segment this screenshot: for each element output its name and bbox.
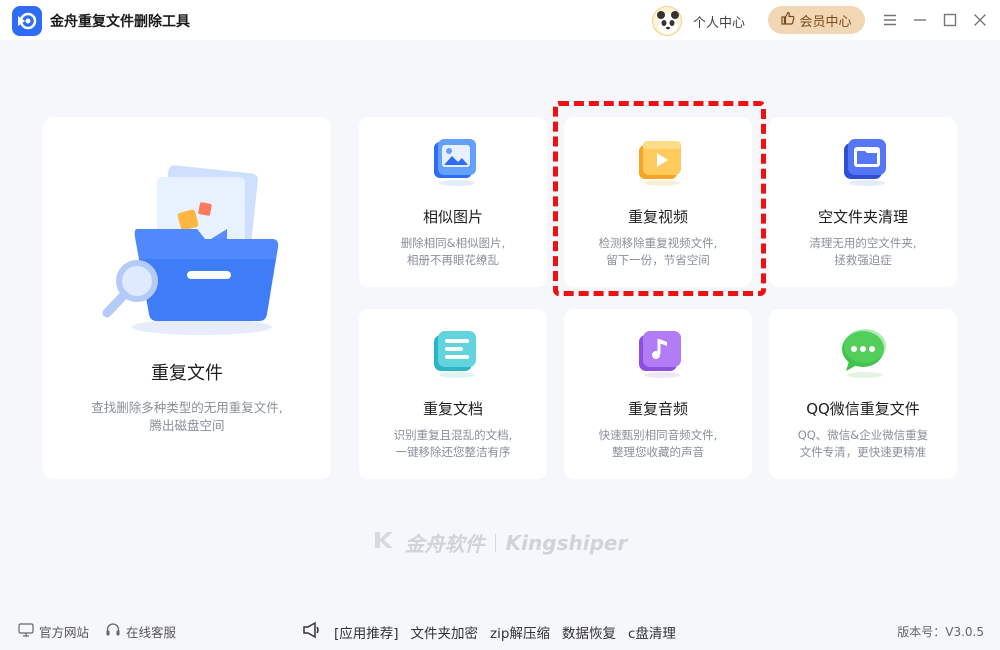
kingshiper-logo-icon [373, 530, 395, 555]
card-title: QQ微信重复文件 [806, 400, 920, 418]
vip-center-label: 会员中心 [799, 14, 852, 30]
watermark-divider [494, 533, 496, 552]
card-desc: 识别重复且混乱的文档, 一键移除还您整洁有序 [393, 428, 513, 459]
title-bar: 金舟重复文件删除工具 个人中心 会员中心 [0, 0, 1000, 40]
headset-icon [105, 622, 121, 641]
recommend-zip[interactable]: zip解压缩 [490, 622, 550, 642]
megaphone-icon [302, 621, 322, 643]
monitor-icon [18, 623, 34, 640]
recommend-folder-encrypt[interactable]: 文件夹加密 [411, 622, 479, 642]
online-service-link[interactable]: 在线客服 [105, 622, 176, 641]
watermark-cn: 金舟软件 [404, 532, 485, 556]
card-title: 相似图片 [422, 208, 483, 226]
card-similar-images[interactable]: 相似图片 删除相同&相似图片, 相册不再眼花缭乱 [359, 117, 547, 287]
online-service-label: 在线客服 [126, 625, 177, 640]
card-duplicate-docs[interactable]: 重复文档 识别重复且混乱的文档, 一键移除还您整洁有序 [359, 309, 547, 479]
music-icon [630, 325, 686, 385]
card-desc: 检测移除重复视频文件, 留下一份，节省空间 [598, 236, 718, 267]
card-desc: 清理无用的空文件夹, 拯救强迫症 [809, 236, 917, 267]
card-desc: 快速甄别相同音频文件, 整理您收藏的声音 [598, 428, 718, 459]
version-label: 版本号：V3.0.5 [897, 625, 984, 639]
watermark-en: Kingshiper [505, 530, 628, 555]
image-icon [425, 133, 481, 193]
card-duplicate-videos[interactable]: 重复视频 检测移除重复视频文件, 留下一份，节省空间 [564, 117, 752, 287]
app-title: 金舟重复文件删除工具 [50, 14, 190, 30]
card-qq-wechat[interactable]: QQ微信重复文件 QQ、微信&企业微信重复 文件专清，更快速更精准 [769, 309, 957, 479]
card-duplicate-audio[interactable]: 重复音频 快速甄别相同音频文件, 整理您收藏的声音 [564, 309, 752, 479]
minimize-icon[interactable] [910, 10, 930, 30]
card-duplicate-files[interactable]: 重复文件 查找删除多种类型的无用重复文件, 腾出磁盘空间 [43, 117, 331, 479]
card-desc: QQ、微信&企业微信重复 文件专清，更快速更精准 [797, 428, 929, 459]
empty-folder-icon [835, 133, 891, 193]
folder-icon [87, 159, 287, 343]
maximize-icon[interactable] [940, 10, 960, 30]
card-title: 重复视频 [627, 208, 688, 226]
brand-watermark: 金舟软件 Kingshiper [0, 528, 1000, 557]
user-center-link[interactable]: 个人中心 [693, 12, 745, 31]
vip-center-button[interactable]: 会员中心 [768, 6, 865, 34]
card-title: 重复文档 [422, 400, 483, 418]
official-site-link[interactable]: 官方网站 [18, 622, 89, 641]
recommend-data-recovery[interactable]: 数据恢复 [562, 622, 616, 642]
close-icon[interactable] [970, 10, 990, 30]
card-desc: 查找删除多种类型的无用重复文件, 腾出磁盘空间 [91, 400, 283, 433]
card-empty-folders[interactable]: 空文件夹清理 清理无用的空文件夹, 拯救强迫症 [769, 117, 957, 287]
card-title: 重复文件 [151, 363, 223, 384]
app-logo-icon [12, 6, 42, 36]
document-icon [425, 325, 481, 385]
menu-icon[interactable] [880, 10, 900, 30]
video-icon [630, 133, 686, 193]
recommend-c-drive-clean[interactable]: c盘清理 [628, 622, 676, 642]
recommend-label: [应用推荐] [334, 626, 399, 642]
avatar[interactable] [652, 6, 682, 36]
thumbs-up-icon [781, 11, 795, 29]
card-title: 重复音频 [627, 400, 688, 418]
card-desc: 删除相同&相似图片, 相册不再眼花缭乱 [400, 236, 506, 267]
app-recommendations: [应用推荐] 文件夹加密 zip解压缩 数据恢复 c盘清理 [302, 621, 676, 643]
chat-icon [835, 325, 891, 385]
official-site-label: 官方网站 [39, 625, 90, 640]
card-title: 空文件夹清理 [817, 208, 908, 226]
